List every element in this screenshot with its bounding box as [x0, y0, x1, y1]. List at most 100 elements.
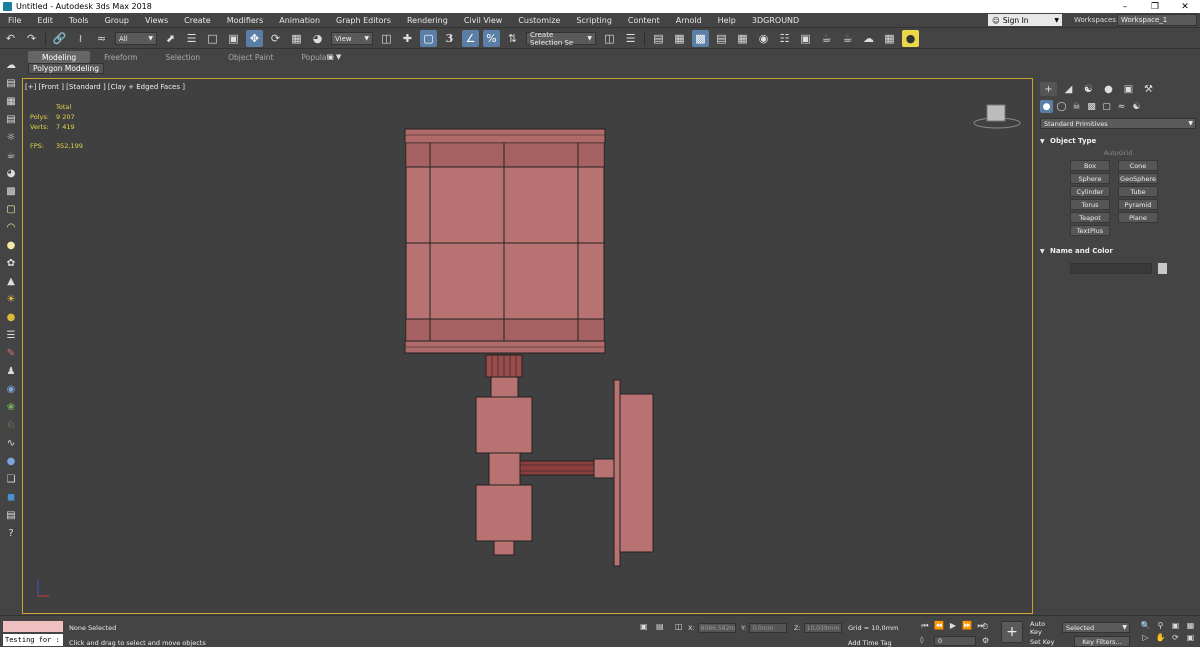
menu-modifiers[interactable]: Modifiers	[219, 16, 272, 25]
selection-lock-icon[interactable]: ▤	[656, 622, 664, 631]
add-time-tag[interactable]: Add Time Tag	[848, 639, 892, 647]
modify-tab-icon[interactable]: ◢	[1060, 82, 1077, 96]
menu-views[interactable]: Views	[137, 16, 176, 25]
named-selection-set-select[interactable]: Create Selection Se ▼	[526, 31, 596, 47]
autogrid-checkbox[interactable]: AutoGrid	[1036, 149, 1200, 157]
material-slate-icon[interactable]: ▤	[4, 112, 18, 126]
unlink-icon[interactable]: ≀	[72, 30, 89, 47]
geosphere-button[interactable]: GeoSphere	[1118, 173, 1158, 184]
yellow-sphere-icon[interactable]: ●	[4, 310, 18, 324]
menu-content[interactable]: Content	[620, 16, 668, 25]
absolute-mode-icon[interactable]: ◫	[675, 622, 683, 631]
select-manipulate-icon[interactable]: ✚	[399, 30, 416, 47]
menu-rendering[interactable]: Rendering	[399, 16, 456, 25]
reference-coordinate-select[interactable]: View ▼	[331, 32, 373, 45]
hemisphere-icon[interactable]: ◠	[4, 220, 18, 234]
sun-light-icon[interactable]: ☀	[4, 292, 18, 306]
select-and-scale-icon[interactable]: ▦	[288, 30, 305, 47]
snaps-toggle-icon[interactable]: 3	[441, 30, 458, 47]
current-frame-field[interactable]: 0	[934, 636, 976, 646]
bind-space-warp-icon[interactable]: ≈	[93, 30, 110, 47]
menu-3dground[interactable]: 3DGROUND	[744, 16, 807, 25]
field-of-view-icon[interactable]: ▷	[1138, 633, 1153, 645]
object-color-swatch[interactable]	[1158, 263, 1167, 274]
select-and-rotate-icon[interactable]: ⟳	[267, 30, 284, 47]
globe-icon[interactable]: ◉	[4, 382, 18, 396]
lamp-shade[interactable]	[404, 128, 606, 354]
play-icon[interactable]: ▶	[946, 621, 960, 631]
blue-sphere-icon[interactable]: ●	[4, 454, 18, 468]
workspace-select[interactable]: Workspace_1	[1117, 14, 1197, 26]
object-type-rollout-header[interactable]: ▼ Object Type	[1040, 135, 1196, 147]
time-config-settings-icon[interactable]: ⚙	[982, 636, 989, 645]
plant-icon[interactable]: ❀	[4, 400, 18, 414]
go-to-start-icon[interactable]: ⏮	[918, 621, 932, 631]
time-config-icon[interactable]: ⏱	[982, 622, 988, 632]
polygon-modeling-panel[interactable]: Polygon Modeling	[28, 63, 104, 74]
bulb-socket[interactable]	[485, 354, 523, 398]
space-warps-icon[interactable]: ≈	[1115, 100, 1128, 113]
lamp-body[interactable]	[475, 396, 533, 556]
hierarchy-tab-icon[interactable]: ☯	[1080, 82, 1097, 96]
scene-canvas[interactable]	[23, 79, 1033, 614]
render-icon[interactable]: ☕	[4, 148, 18, 162]
menu-customize[interactable]: Customize	[510, 16, 568, 25]
menu-animation[interactable]: Animation	[271, 16, 328, 25]
isolate-selection-icon[interactable]: ▣	[640, 622, 648, 631]
utilities-tab-icon[interactable]: ⚒	[1140, 82, 1157, 96]
undo-icon[interactable]: ↶	[2, 30, 19, 47]
torus-knot-icon[interactable]: ✿	[4, 256, 18, 270]
curve-editor-icon[interactable]: ▤	[713, 30, 730, 47]
menu-scripting[interactable]: Scripting	[568, 16, 620, 25]
paint-brush-icon[interactable]: ✎	[4, 346, 18, 360]
plane-object-icon[interactable]: ▢	[4, 202, 18, 216]
a360-gallery-icon[interactable]: ▦	[881, 30, 898, 47]
close-button[interactable]: ✕	[1170, 2, 1200, 12]
orbit-icon[interactable]: ⟳	[1168, 633, 1183, 645]
wall-arm[interactable]	[519, 458, 615, 479]
rendered-frame-window-icon[interactable]: ▣	[797, 30, 814, 47]
display-tab-icon[interactable]: ▣	[1120, 82, 1137, 96]
primitive-category-select[interactable]: Standard Primitives ▼	[1040, 118, 1196, 129]
hair-brush-icon[interactable]: ☰	[4, 328, 18, 342]
plane-button[interactable]: Plane	[1118, 212, 1158, 223]
light-bulb-icon[interactable]: ☼	[4, 130, 18, 144]
arnold-render-icon[interactable]: ●	[902, 30, 919, 47]
viewport-label[interactable]: [+] [Front ] [Standard ] [Clay + Edged F…	[25, 83, 185, 91]
geometry-icon[interactable]: ●	[1040, 100, 1053, 113]
select-and-place-icon[interactable]: ◕	[309, 30, 326, 47]
select-object-icon[interactable]: ⬈	[162, 30, 179, 47]
ribbon-tab-selection[interactable]: Selection	[152, 51, 215, 63]
snake-icon[interactable]: ∿	[4, 436, 18, 450]
key-mode-select[interactable]: Selected ▼	[1062, 622, 1130, 633]
angle-snap-icon[interactable]: ∠	[462, 30, 479, 47]
cameras-icon[interactable]: ▩	[1085, 100, 1098, 113]
menu-tools[interactable]: Tools	[61, 16, 97, 25]
menu-group[interactable]: Group	[97, 16, 137, 25]
menu-arnold[interactable]: Arnold	[668, 16, 710, 25]
teapot-button[interactable]: Teapot	[1070, 212, 1110, 223]
cylinder-button[interactable]: Cylinder	[1070, 186, 1110, 197]
zoom-all-icon[interactable]: ⚲	[1153, 621, 1168, 633]
zoom-extents-all-icon[interactable]: ▦	[1183, 621, 1198, 633]
box-button[interactable]: Box	[1070, 160, 1110, 171]
torus-button[interactable]: Torus	[1070, 199, 1110, 210]
mirror-icon[interactable]: ◫	[601, 30, 618, 47]
cone-object-icon[interactable]: ▲	[4, 274, 18, 288]
animal-icon[interactable]: ♘	[4, 418, 18, 432]
tube-button[interactable]: Tube	[1118, 186, 1158, 197]
set-keys-button[interactable]: +	[1001, 621, 1023, 643]
auto-key-button[interactable]: Auto Key	[1030, 620, 1058, 636]
sphere-button[interactable]: Sphere	[1070, 173, 1110, 184]
rectangular-selection-icon[interactable]: □	[204, 30, 221, 47]
ribbon-minimize-toggle-icon[interactable]: ▣ ▼	[327, 53, 341, 61]
ribbon-tab-freeform[interactable]: Freeform	[90, 51, 151, 63]
clipboard-icon[interactable]: ▤	[4, 508, 18, 522]
sign-in-dropdown[interactable]: ☺ Sign In ▼	[988, 14, 1062, 26]
menu-help[interactable]: Help	[710, 16, 744, 25]
pyramid-button[interactable]: Pyramid	[1118, 199, 1158, 210]
maximize-viewport-icon[interactable]: ▣	[1183, 633, 1198, 645]
layer-manager-icon[interactable]: ▦	[4, 94, 18, 108]
vray-icon[interactable]: ◼	[4, 490, 18, 504]
window-crossing-icon[interactable]: ▣	[225, 30, 242, 47]
